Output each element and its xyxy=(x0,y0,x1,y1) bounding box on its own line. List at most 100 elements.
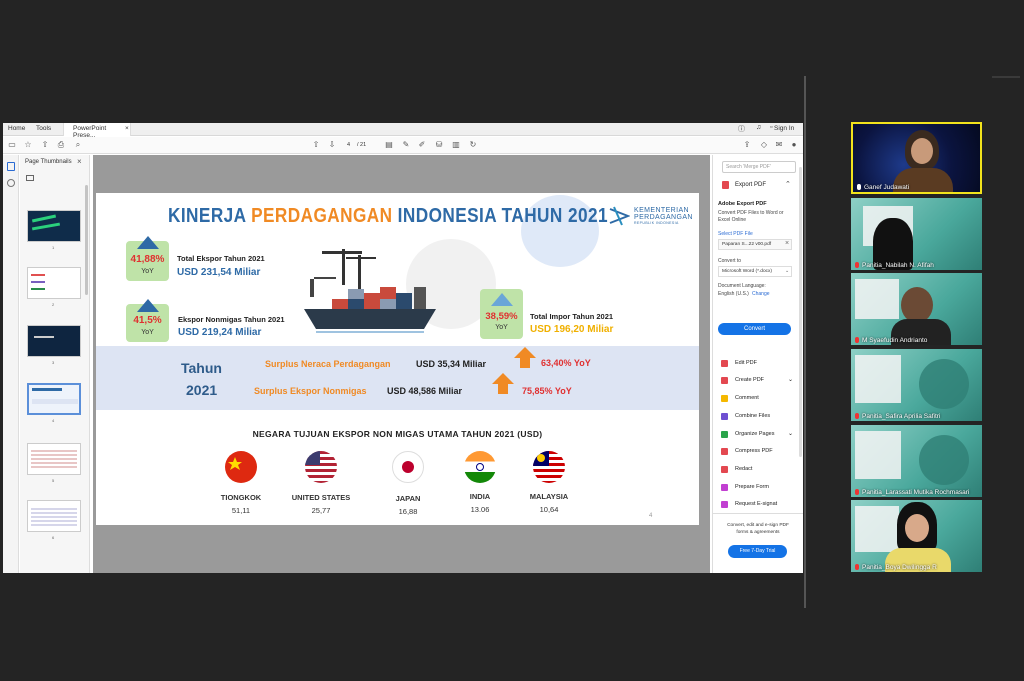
change-language-link[interactable]: Change xyxy=(752,291,770,297)
country-value: 51,11 xyxy=(231,506,251,515)
mic-muted-icon xyxy=(855,489,859,496)
gallery-handle[interactable] xyxy=(992,76,1020,78)
country-name: UNITED STATES xyxy=(291,493,351,502)
adobe-export-desc: Convert PDF Files to Word or Excel Onlin… xyxy=(718,210,784,223)
convert-to-label: Convert to xyxy=(718,258,742,264)
search-icon[interactable]: ⌕ xyxy=(73,140,83,150)
esign-icon xyxy=(721,501,728,508)
highlight-icon[interactable]: ✐ xyxy=(417,140,427,150)
page-thumbnail-6[interactable] xyxy=(27,500,81,532)
sign-in-link[interactable]: Sign In xyxy=(774,125,794,132)
video-tile[interactable]: M Syaefudin Andrianto xyxy=(851,273,982,345)
mic-muted-icon xyxy=(855,413,859,420)
export-icon[interactable]: ⇪ xyxy=(742,140,752,150)
page-thumbnail-5[interactable] xyxy=(27,443,81,475)
doc-language-label: Document Language: xyxy=(718,283,766,289)
save-icon[interactable]: ▭ xyxy=(7,140,17,150)
organize-pages-icon xyxy=(721,431,728,438)
format-select[interactable]: Microsoft Word (*.docx) ⌄ xyxy=(718,266,792,277)
country-name: TIONGKOK xyxy=(220,493,262,502)
page-thumbnail-4[interactable] xyxy=(27,383,81,415)
layout-splitter[interactable] xyxy=(804,76,806,608)
participant-name: Panitia_Boya Dwilingga R xyxy=(855,564,937,571)
document-viewer[interactable]: KINERJA PERDAGANGAN INDONESIA TAHUN 2021… xyxy=(93,155,710,573)
attachment-icon[interactable] xyxy=(7,179,15,187)
remove-file-icon[interactable]: × xyxy=(785,240,789,247)
left-rail xyxy=(3,155,19,573)
prepare-form-icon xyxy=(721,484,728,491)
kpi-yoy: YoY xyxy=(141,268,154,275)
select-file-link[interactable]: Select PDF File xyxy=(718,231,753,237)
close-panel-icon[interactable]: × xyxy=(77,157,82,166)
mail-icon[interactable]: ✉ xyxy=(774,140,784,150)
video-tile-active-speaker[interactable]: Ganef Judawati xyxy=(851,122,982,194)
edit-pdf-icon xyxy=(721,360,728,367)
document-tab[interactable]: PowerPoint Prese... × xyxy=(63,123,131,139)
surplus-trade-label: Surplus Neraca Perdagangan xyxy=(265,359,391,369)
export-pdf-icon xyxy=(722,181,729,189)
tag-icon[interactable]: ◇ xyxy=(759,140,769,150)
participant-avatar xyxy=(901,287,933,323)
bookmark-icon[interactable]: ☆ xyxy=(23,140,33,150)
bell-icon[interactable]: ♫ xyxy=(756,124,761,131)
thumbnail-panel-title: Page Thumbnails xyxy=(25,159,72,165)
pages-icon[interactable] xyxy=(7,162,15,171)
page-thumbnail-1[interactable] xyxy=(27,210,81,242)
thumbnail-scrollbar[interactable] xyxy=(85,185,88,295)
menu-bar: Home Tools PowerPoint Prese... × ⓘ ♫ ▫ S… xyxy=(3,123,803,139)
kpi-yoy: YoY xyxy=(495,324,508,331)
kpi-total-export: 41,88% YoY xyxy=(126,236,169,281)
mic-icon xyxy=(857,184,861,191)
delete-icon[interactable]: ▥ xyxy=(451,140,461,150)
account-icon[interactable]: ● xyxy=(789,140,799,150)
video-tile[interactable]: Panitia_Larassati Mutika Rochmasari xyxy=(851,425,982,497)
prev-page-icon[interactable]: ⇧ xyxy=(311,140,321,150)
thumbnail-options-icon[interactable] xyxy=(26,175,34,181)
page-thumbnail-3[interactable] xyxy=(27,325,81,357)
comment-icon[interactable]: ▤ xyxy=(384,140,394,150)
panel-scrollbar[interactable] xyxy=(799,167,802,457)
participant-name: Panitia_Nabilah N. Afifah xyxy=(855,262,934,269)
tools-search-input[interactable]: Search 'Merge PDF' xyxy=(722,161,796,173)
right-tools-panel: Search 'Merge PDF' Export PDF ⌃ Adobe Ex… xyxy=(712,155,803,573)
slide-page-number: 4 xyxy=(649,513,653,519)
mic-muted-icon xyxy=(855,564,859,571)
combine-files-icon xyxy=(721,413,728,420)
country-value: 25,77 xyxy=(311,506,331,515)
kpi-value: USD 196,20 Miliar xyxy=(530,324,614,335)
kpi-value: USD 231,54 Miliar xyxy=(177,267,261,278)
chevron-up-icon[interactable]: ⌃ xyxy=(785,180,791,188)
pen-icon[interactable]: ✎ xyxy=(401,140,411,150)
stamp-icon[interactable]: ⛁ xyxy=(434,140,444,150)
page-thumbnail-2[interactable] xyxy=(27,267,81,299)
cart-icon[interactable]: ▫ xyxy=(770,124,772,131)
slide-title: KINERJA PERDAGANGAN INDONESIA TAHUN 2021 xyxy=(168,205,608,227)
ministry-name: KEMENTERIAN PERDAGANGAN REPUBLIK INDONESI… xyxy=(634,207,693,225)
video-tile[interactable]: Panitia_Safira Aprilia Safitri xyxy=(851,349,982,421)
rotate-icon[interactable]: ↻ xyxy=(468,140,478,150)
upload-icon[interactable]: ⇧ xyxy=(40,140,50,150)
video-tile[interactable]: Panitia_Nabilah N. Afifah xyxy=(851,198,982,270)
kpi-label: Total Impor Tahun 2021 xyxy=(530,312,614,321)
mic-muted-icon xyxy=(855,337,859,344)
video-tile[interactable]: Panitia_Boya Dwilingga R xyxy=(851,500,982,572)
menu-tools[interactable]: Tools xyxy=(36,125,51,132)
page-total: / 21 xyxy=(357,142,367,148)
export-pdf-label[interactable]: Export PDF xyxy=(735,182,766,188)
page-current[interactable]: 4 xyxy=(347,142,350,148)
menu-home[interactable]: Home xyxy=(8,125,25,132)
convert-button[interactable]: Convert xyxy=(718,323,791,335)
thumbnail-panel: Page Thumbnails × 1 2 3 4 5 6 xyxy=(20,155,90,573)
malaysia-flag-icon xyxy=(533,451,565,483)
country-name: MALAYSIA xyxy=(529,492,569,501)
thumbnail-number: 2 xyxy=(52,302,55,307)
tab-close-icon[interactable]: × xyxy=(125,125,129,132)
kpi-growth: 41,88% xyxy=(130,254,165,265)
kpi-yoy: YoY xyxy=(141,329,154,336)
doc-language-value: English (U.S.) xyxy=(718,291,749,297)
print-icon[interactable]: ⎙ xyxy=(56,140,66,150)
help-icon[interactable]: ⓘ xyxy=(738,124,745,134)
india-flag-icon xyxy=(464,451,496,483)
next-page-icon[interactable]: ⇩ xyxy=(327,140,337,150)
free-trial-button[interactable]: Free 7-Day Trial xyxy=(728,545,787,558)
